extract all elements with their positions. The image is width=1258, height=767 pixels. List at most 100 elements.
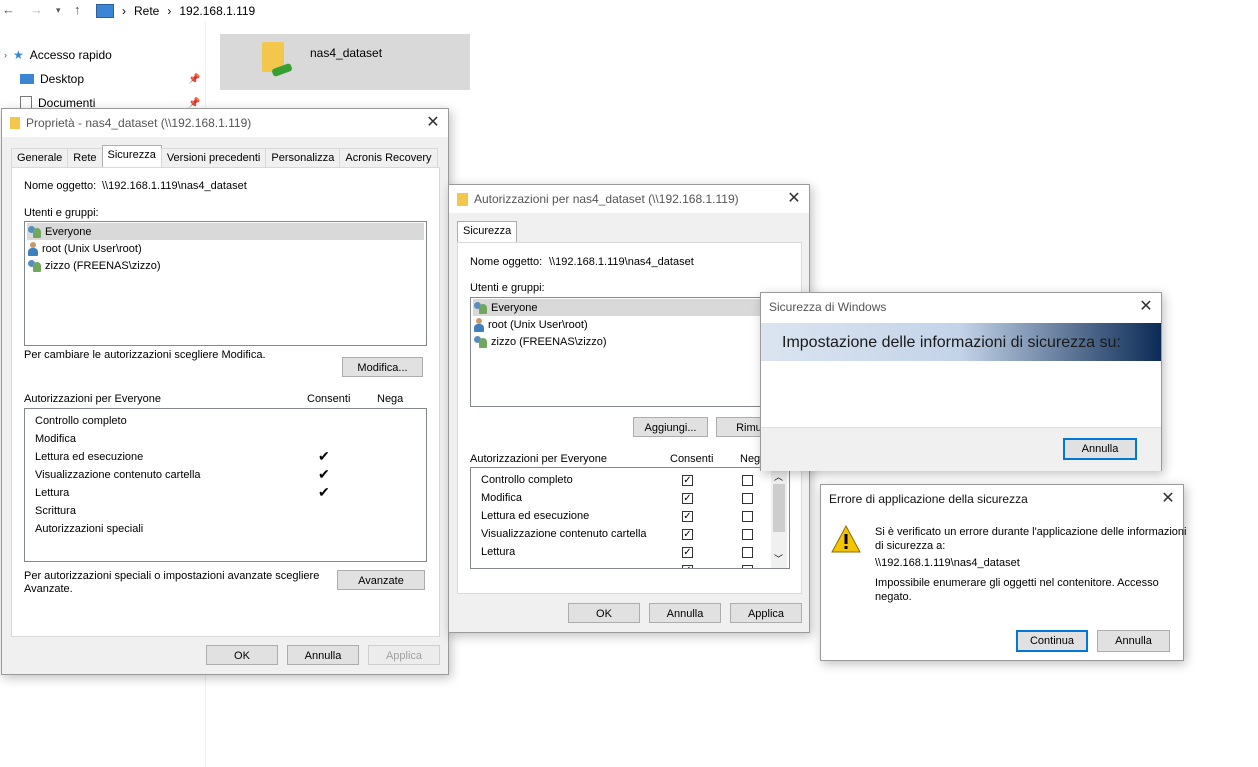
ok-button[interactable]: OK xyxy=(206,645,278,665)
sidebar-item-accesso-rapido[interactable]: › ★ Accesso rapido xyxy=(4,48,112,62)
allow-checkbox[interactable]: ✓ xyxy=(682,565,693,568)
add-button[interactable]: Aggiungi... xyxy=(633,417,708,437)
permission-item: Modifica xyxy=(481,492,522,504)
deny-checkbox[interactable] xyxy=(742,475,753,486)
permission-item: Controllo completo xyxy=(35,415,127,427)
cancel-button[interactable]: Annulla xyxy=(649,603,721,623)
ok-button[interactable]: OK xyxy=(568,603,640,623)
sidebar-item-desktop[interactable]: Desktop xyxy=(20,72,84,86)
tab-rete[interactable]: Rete xyxy=(67,148,103,167)
tab-personalizza[interactable]: Personalizza xyxy=(265,148,341,167)
permission-item: Controllo completo xyxy=(481,474,573,486)
object-name-label: Nome oggetto: xyxy=(470,256,543,268)
deny-column-header: Nega xyxy=(377,393,404,405)
banner-text: Impostazione delle informazioni di sicur… xyxy=(782,334,1121,351)
tab-generale[interactable]: Generale xyxy=(11,148,69,167)
windows-security-titlebar: Sicurezza di Windows ✕ xyxy=(761,293,1161,321)
close-icon[interactable]: ✕ xyxy=(1153,485,1183,513)
users-groups-list: Everyone root (Unix User\root) zizzo (FR… xyxy=(24,221,427,346)
permissions-label: Autorizzazioni per Everyone xyxy=(470,453,607,465)
error-detail-line: negato. xyxy=(875,591,912,603)
windows-security-dialog: Sicurezza di Windows ✕ Impostazione dell… xyxy=(760,292,1162,471)
advanced-button[interactable]: Avanzate xyxy=(337,570,425,590)
tab-acronis-recovery[interactable]: Acronis Recovery xyxy=(339,148,438,167)
forward-arrow-icon[interactable]: → xyxy=(30,2,43,17)
checkmark-icon: ✔ xyxy=(318,466,330,482)
deny-checkbox[interactable] xyxy=(742,547,753,558)
close-icon[interactable]: ✕ xyxy=(1131,293,1161,321)
permissions-list: Controllo completo Modifica Lettura ed e… xyxy=(24,408,427,562)
permission-item: Lettura xyxy=(35,487,70,499)
breadcrumb-item-rete[interactable]: Rete xyxy=(134,4,159,18)
cancel-button[interactable]: Annulla xyxy=(1063,438,1137,460)
allow-column-header: Consenti xyxy=(307,393,351,405)
network-folder-icon xyxy=(10,117,20,129)
apply-button[interactable]: Applica xyxy=(368,645,440,665)
modify-button[interactable]: Modifica... xyxy=(342,357,423,377)
permission-item: Modifica xyxy=(35,433,76,445)
permissions-titlebar: Autorizzazioni per nas4_dataset (\\192.1… xyxy=(449,185,809,213)
list-item[interactable]: root (Unix User\root) xyxy=(27,240,424,257)
users-groups-label: Utenti e gruppi: xyxy=(470,282,545,294)
cancel-button[interactable]: Annulla xyxy=(1097,630,1170,652)
dialog-footer: Annulla xyxy=(761,427,1161,471)
list-item[interactable]: Everyone xyxy=(27,223,424,240)
list-item[interactable]: Everyone xyxy=(473,299,787,316)
error-detail-line: Impossibile enumerare gli oggetti nel co… xyxy=(875,577,1159,589)
change-hint: Per cambiare le autorizzazioni scegliere… xyxy=(24,349,266,361)
error-path: \\192.168.1.119\nas4_dataset xyxy=(875,557,1020,569)
chevron-right-icon: › xyxy=(167,4,172,18)
chevron-right-icon: › xyxy=(4,50,7,60)
user-name: zizzo (FREENAS\zizzo) xyxy=(491,335,607,348)
permissions-list: Controllo completo Modifica Lettura ed e… xyxy=(470,467,790,569)
tab-versioni-precedenti[interactable]: Versioni precedenti xyxy=(160,148,267,167)
deny-checkbox[interactable] xyxy=(742,493,753,504)
permission-item: Scrittura xyxy=(35,505,76,517)
list-item[interactable]: zizzo (FREENAS\zizzo) xyxy=(27,257,424,274)
chevron-up-icon[interactable]: ︿ xyxy=(774,470,783,483)
close-icon[interactable]: ✕ xyxy=(418,109,448,137)
tab-sicurezza[interactable]: Sicurezza xyxy=(457,221,518,243)
allow-checkbox[interactable]: ✓ xyxy=(682,547,693,558)
close-icon[interactable]: ✕ xyxy=(779,185,809,213)
user-icon xyxy=(473,317,485,332)
breadcrumb-item-ip[interactable]: 192.168.1.119 xyxy=(179,4,255,18)
permissions-scrollbar[interactable]: ︿ ﹀ xyxy=(771,468,787,568)
users-groups-label: Utenti e gruppi: xyxy=(24,207,99,219)
object-name-label: Nome oggetto: xyxy=(24,180,97,192)
user-name: zizzo (FREENAS\zizzo) xyxy=(45,259,161,272)
continue-button[interactable]: Continua xyxy=(1016,630,1088,652)
allow-checkbox[interactable]: ✓ xyxy=(682,475,693,486)
allow-checkbox[interactable]: ✓ xyxy=(682,529,693,540)
apply-button[interactable]: Applica xyxy=(730,603,802,623)
progress-banner: Impostazione delle informazioni di sicur… xyxy=(761,323,1161,361)
cancel-button[interactable]: Annulla xyxy=(287,645,359,665)
error-message-line: di sicurezza a: xyxy=(875,540,946,552)
permissions-dialog: Autorizzazioni per nas4_dataset (\\192.1… xyxy=(448,184,810,633)
back-arrow-icon[interactable]: ← xyxy=(2,2,15,17)
recent-dropdown-icon[interactable]: ▾ xyxy=(56,5,61,16)
deny-checkbox[interactable] xyxy=(742,511,753,522)
deny-checkbox[interactable] xyxy=(742,565,753,568)
advanced-hint-cont: Avanzate. xyxy=(24,583,73,595)
desktop-icon xyxy=(20,74,34,84)
permissions-panel: Nome oggetto: \\192.168.1.119\nas4_datas… xyxy=(457,242,802,594)
list-item[interactable]: root (Unix User\root) xyxy=(473,316,787,333)
chevron-down-icon[interactable]: ﹀ xyxy=(774,552,783,565)
checkmark-icon: ✔ xyxy=(318,484,330,500)
dialog-title: Sicurezza di Windows xyxy=(769,300,887,314)
allow-checkbox[interactable]: ✓ xyxy=(682,511,693,522)
network-folder-icon xyxy=(260,40,293,78)
dialog-title: Proprietà - nas4_dataset (\\192.168.1.11… xyxy=(26,116,252,130)
list-item[interactable]: zizzo (FREENAS\zizzo) xyxy=(473,333,787,350)
permission-item: Visualizzazione contenuto cartella xyxy=(35,469,201,481)
permission-item: Lettura ed esecuzione xyxy=(35,451,144,463)
up-arrow-icon[interactable]: ↑ xyxy=(74,2,81,17)
scrollbar-thumb[interactable] xyxy=(773,484,785,532)
folder-item-nas4-dataset[interactable]: nas4_dataset xyxy=(220,34,470,90)
deny-checkbox[interactable] xyxy=(742,529,753,540)
tab-sicurezza[interactable]: Sicurezza xyxy=(101,145,162,167)
security-tab-panel: Nome oggetto: \\192.168.1.119\nas4_datas… xyxy=(11,167,440,637)
allow-checkbox[interactable]: ✓ xyxy=(682,493,693,504)
users-groups-list: Everyone root (Unix User\root) zizzo (FR… xyxy=(470,297,790,407)
